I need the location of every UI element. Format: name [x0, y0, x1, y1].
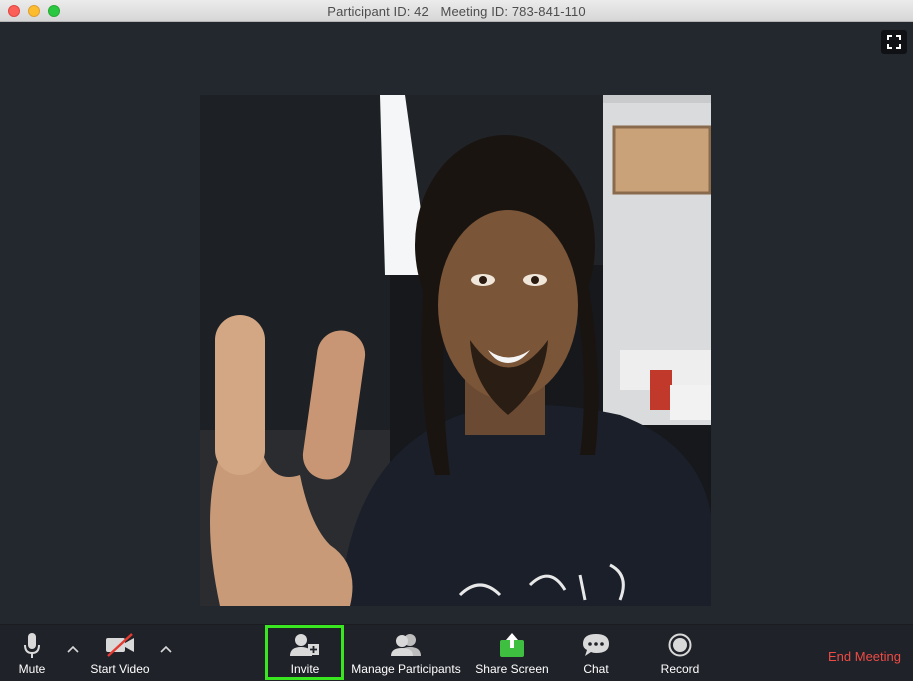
- manage-participants-label: Manage Participants: [351, 662, 461, 676]
- record-icon: [668, 633, 692, 657]
- participant-video: [200, 95, 711, 606]
- mute-button[interactable]: Mute: [8, 624, 56, 680]
- participants-icon: [391, 634, 421, 656]
- window-title-bar: Participant ID: 42 Meeting ID: 783-841-1…: [0, 0, 913, 22]
- share-screen-button[interactable]: Share Screen: [473, 624, 551, 680]
- audio-options-caret[interactable]: [67, 642, 79, 656]
- start-video-label: Start Video: [90, 662, 150, 676]
- end-meeting-button[interactable]: End Meeting: [828, 649, 901, 664]
- video-image: [200, 95, 711, 606]
- participant-id-text: Participant ID: 42: [327, 4, 429, 19]
- record-button[interactable]: Record: [656, 624, 704, 680]
- share-screen-label: Share Screen: [475, 662, 549, 676]
- expand-icon: [887, 35, 901, 49]
- window-title: Participant ID: 42 Meeting ID: 783-841-1…: [0, 4, 913, 19]
- start-video-button[interactable]: Start Video: [86, 624, 154, 680]
- microphone-icon: [24, 633, 40, 658]
- invite-highlight-box: [265, 625, 344, 680]
- video-options-caret[interactable]: [160, 642, 172, 656]
- video-camera-off-icon: [106, 633, 134, 657]
- meeting-id-text: Meeting ID: 783-841-110: [440, 4, 586, 19]
- chat-bubble-icon: [583, 634, 609, 656]
- chevron-up-icon: [160, 645, 172, 653]
- mute-label: Mute: [18, 662, 46, 676]
- fullscreen-button[interactable]: [881, 30, 907, 54]
- record-label: Record: [660, 662, 700, 676]
- chat-button[interactable]: Chat: [574, 624, 618, 680]
- chat-label: Chat: [583, 662, 609, 676]
- chevron-up-icon: [67, 645, 79, 653]
- share-screen-icon: [500, 633, 524, 657]
- manage-participants-button[interactable]: Manage Participants: [350, 624, 462, 680]
